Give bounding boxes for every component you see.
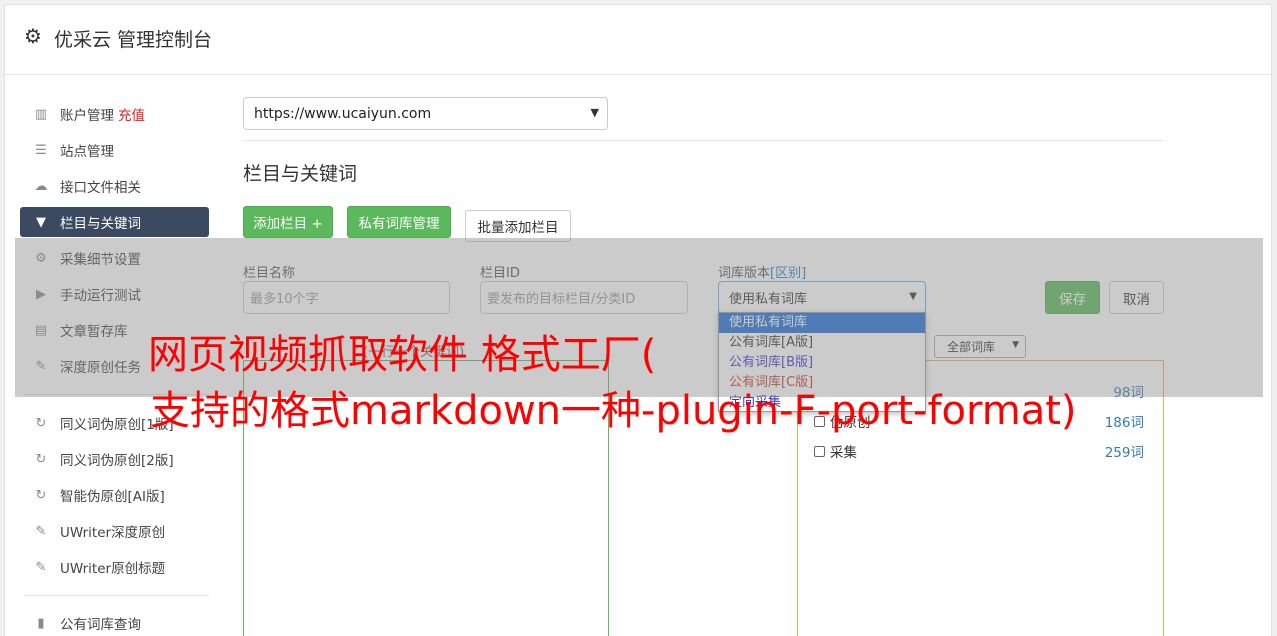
book-icon: ▮	[37, 615, 45, 631]
sidebar-item-label: 栏目与关键词	[60, 216, 141, 232]
sidebar-item-uwriter-title[interactable]: ✎ UWriter原创标题	[20, 552, 209, 582]
refresh-icon: ↻	[35, 415, 47, 431]
section-title: 栏目与关键词	[243, 163, 358, 185]
sidebar-divider	[24, 595, 209, 596]
sidebar-item-label: 站点管理	[60, 144, 114, 160]
sidebar-item-ai-rewrite[interactable]: ↻ 智能伪原创[AI版]	[20, 480, 209, 510]
sidebar-item-label: UWriter原创标题	[60, 561, 166, 577]
gear-icon: ⚙	[24, 24, 42, 48]
server-icon: ☰	[35, 142, 47, 158]
edit-icon: ✎	[35, 523, 47, 539]
lib-checkbox[interactable]	[814, 445, 825, 457]
section-divider	[243, 140, 1163, 141]
sidebar-item-label: 账户管理	[60, 108, 114, 124]
add-column-button[interactable]: 添加栏目 +	[243, 206, 333, 238]
sidebar-item-account[interactable]: ▥ 账户管理 充值	[20, 99, 209, 129]
lib-row-count[interactable]: 259词	[1105, 441, 1144, 461]
sidebar-item-public-lib[interactable]: ▮ 公有词库查询	[20, 608, 209, 636]
chevron-down-icon: ▼	[590, 106, 599, 119]
refresh-icon: ↻	[35, 451, 47, 467]
overlay-title-line1: 网页视频抓取软件 格式工厂(	[148, 332, 657, 378]
sidebar-item-label: 同义词伪原创[2版]	[60, 453, 174, 469]
cloud-upload-icon: ☁	[34, 178, 48, 194]
site-select[interactable]: https://www.ucaiyun.com ▼	[243, 97, 608, 130]
sidebar-item-synonym-v2[interactable]: ↻ 同义词伪原创[2版]	[20, 444, 209, 474]
private-lib-button[interactable]: 私有词库管理	[347, 206, 451, 238]
sidebar-item-label: UWriter深度原创	[60, 525, 166, 541]
bar-chart-icon: ▥	[34, 106, 48, 122]
sidebar-item-columns-keywords[interactable]: ▼ 栏目与关键词	[20, 207, 209, 237]
filter-icon: ▼	[36, 214, 46, 230]
sidebar-item-uwriter-deep[interactable]: ✎ UWriter深度原创	[20, 516, 209, 546]
lib-row-count[interactable]: 186词	[1105, 411, 1144, 431]
sidebar-item-sites[interactable]: ☰ 站点管理	[20, 135, 209, 165]
edit-icon: ✎	[35, 559, 47, 575]
lib-row-label: 采集	[830, 445, 857, 461]
header: ⚙ 优采云 管理控制台	[5, 5, 1271, 75]
page-title: 优采云 管理控制台	[54, 29, 213, 51]
sidebar-item-label: 公有词库查询	[60, 617, 141, 633]
lib-row[interactable]: 采集 259词	[814, 441, 1144, 461]
sidebar-item-label: 接口文件相关	[60, 180, 141, 196]
sidebar-item-label: 智能伪原创[AI版]	[60, 489, 165, 505]
refresh-icon: ↻	[35, 487, 47, 503]
site-select-value: https://www.ucaiyun.com	[254, 105, 432, 122]
recharge-link[interactable]: 充值	[118, 104, 145, 124]
sidebar-item-api-files[interactable]: ☁ 接口文件相关	[20, 171, 209, 201]
overlay-title-line2: 支持的格式markdown一种-plugin-F-port-format)	[150, 388, 1077, 434]
